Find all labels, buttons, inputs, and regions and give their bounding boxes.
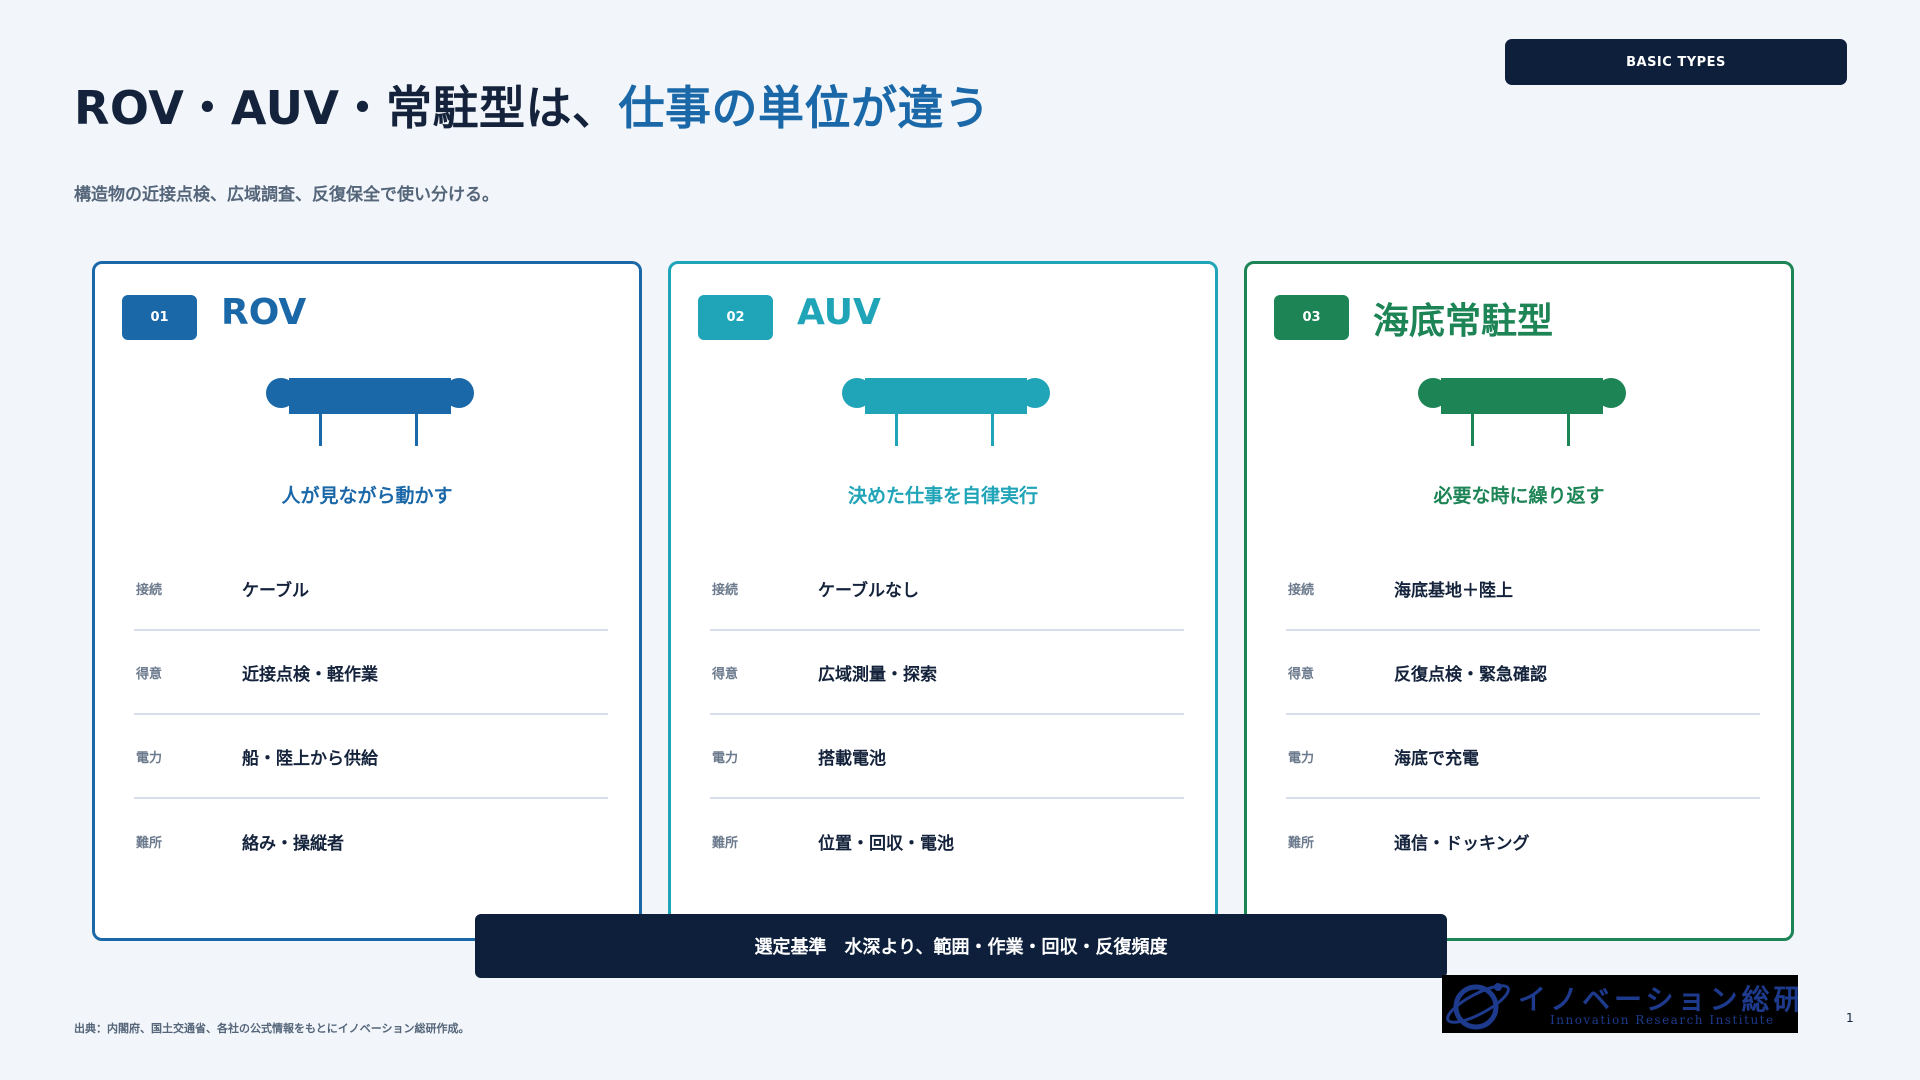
spec-row-connection: 接続 海底基地＋陸上 bbox=[1286, 549, 1760, 631]
card-tagline: 人が見ながら動かす bbox=[281, 485, 453, 507]
logo-subtitle: Innovation Research Institute bbox=[1550, 1013, 1775, 1027]
title-accent: 仕事の単位が違う bbox=[618, 81, 991, 135]
underwater-vehicle-icon bbox=[842, 378, 1050, 446]
spec-value: 広域測量・探索 bbox=[818, 664, 937, 685]
spec-label: 電力 bbox=[712, 750, 739, 766]
card-number-badge: 01 bbox=[122, 295, 197, 340]
card-rov: 01 ROV 人が見ながら動かす 接続 ケーブル 得意 近接点検・軽作業 電力 … bbox=[92, 261, 642, 941]
logo-wordmark: イノベーション総研 bbox=[1518, 983, 1798, 1016]
spec-row-strength: 得意 広域測量・探索 bbox=[710, 633, 1184, 715]
card-title: AUV bbox=[797, 292, 881, 333]
page-title: ROV・AUV・常駐型は、仕事の単位が違う bbox=[74, 72, 991, 138]
spec-row-power: 電力 搭載電池 bbox=[710, 717, 1184, 799]
spec-label: 接続 bbox=[136, 582, 163, 598]
spec-row-difficulty: 難所 絡み・操縦者 bbox=[134, 801, 608, 883]
spec-label: 難所 bbox=[712, 835, 739, 851]
spec-label: 接続 bbox=[712, 582, 739, 598]
spec-label: 電力 bbox=[1288, 750, 1315, 766]
spec-row-connection: 接続 ケーブル bbox=[134, 549, 608, 631]
spec-value: 反復点検・緊急確認 bbox=[1394, 664, 1547, 685]
card-tagline: 必要な時に繰り返す bbox=[1433, 485, 1605, 507]
spec-row-difficulty: 難所 位置・回収・電池 bbox=[710, 801, 1184, 883]
card-tagline: 決めた仕事を自律実行 bbox=[847, 485, 1038, 507]
underwater-vehicle-icon bbox=[1418, 378, 1626, 446]
spec-value: 船・陸上から供給 bbox=[242, 748, 378, 769]
spec-list: 接続 ケーブルなし 得意 広域測量・探索 電力 搭載電池 難所 位置・回収・電池 bbox=[710, 549, 1184, 885]
spec-label: 電力 bbox=[136, 750, 163, 766]
spec-value: 位置・回収・電池 bbox=[818, 833, 954, 854]
spec-label: 難所 bbox=[136, 835, 163, 851]
card-resident: 03 海底常駐型 必要な時に繰り返す 接続 海底基地＋陸上 得意 反復点検・緊急… bbox=[1244, 261, 1794, 941]
spec-list: 接続 海底基地＋陸上 得意 反復点検・緊急確認 電力 海底で充電 難所 通信・ド… bbox=[1286, 549, 1760, 885]
spec-row-difficulty: 難所 通信・ドッキング bbox=[1286, 801, 1760, 883]
card-title: 海底常駐型 bbox=[1373, 301, 1554, 342]
spec-label: 得意 bbox=[1288, 666, 1315, 682]
spec-label: 得意 bbox=[136, 666, 163, 682]
spec-row-strength: 得意 反復点検・緊急確認 bbox=[1286, 633, 1760, 715]
source-note: 出典：内閣府、国土交通省、各社の公式情報をもとにイノベーション総研作成。 bbox=[74, 1022, 470, 1035]
card-auv: 02 AUV 決めた仕事を自律実行 接続 ケーブルなし 得意 広域測量・探索 電… bbox=[668, 261, 1218, 941]
spec-label: 難所 bbox=[1288, 835, 1315, 851]
spec-value: ケーブル bbox=[242, 580, 309, 601]
spec-row-connection: 接続 ケーブルなし bbox=[710, 549, 1184, 631]
card-title: ROV bbox=[221, 292, 307, 333]
page-subtitle: 構造物の近接点検、広域調査、反復保全で使い分ける。 bbox=[74, 185, 499, 205]
spec-label: 接続 bbox=[1288, 582, 1315, 598]
spec-list: 接続 ケーブル 得意 近接点検・軽作業 電力 船・陸上から供給 難所 絡み・操縦… bbox=[134, 549, 608, 885]
spec-row-power: 電力 船・陸上から供給 bbox=[134, 717, 608, 799]
globe-emblem-icon bbox=[1446, 983, 1510, 1030]
card-number-badge: 03 bbox=[1274, 295, 1349, 340]
spec-value: 絡み・操縦者 bbox=[242, 833, 344, 854]
section-badge: BASIC TYPES bbox=[1505, 39, 1847, 85]
spec-value: 海底で充電 bbox=[1394, 748, 1479, 769]
spec-row-power: 電力 海底で充電 bbox=[1286, 717, 1760, 799]
card-number-badge: 02 bbox=[698, 295, 773, 340]
underwater-vehicle-icon bbox=[266, 378, 474, 446]
spec-value: 海底基地＋陸上 bbox=[1394, 580, 1513, 601]
selection-criteria-banner: 選定基準 水深より、範囲・作業・回収・反復頻度 bbox=[475, 914, 1447, 978]
company-logo: イノベーション総研 Innovation Research Institute bbox=[1442, 975, 1798, 1033]
page-number: 1 bbox=[1846, 1011, 1854, 1025]
spec-value: 搭載電池 bbox=[818, 748, 886, 769]
spec-value: 通信・ドッキング bbox=[1394, 833, 1530, 854]
spec-row-strength: 得意 近接点検・軽作業 bbox=[134, 633, 608, 715]
spec-value: ケーブルなし bbox=[818, 580, 919, 601]
spec-label: 得意 bbox=[712, 666, 739, 682]
spec-value: 近接点検・軽作業 bbox=[242, 664, 378, 685]
title-main: ROV・AUV・常駐型は、 bbox=[74, 81, 619, 135]
